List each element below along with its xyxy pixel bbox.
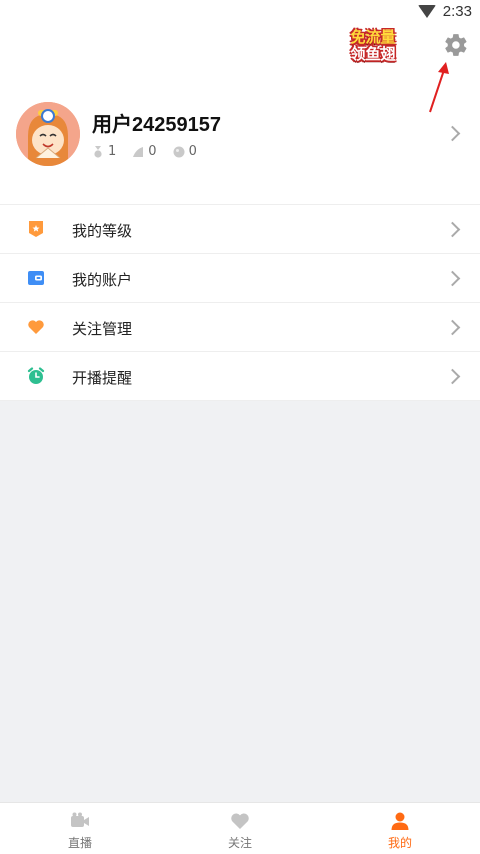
wifi-icon — [418, 5, 436, 18]
alarm-clock-icon — [27, 367, 45, 384]
tab-live[interactable]: 直播 — [0, 803, 160, 854]
username: 用户24259157 — [92, 114, 221, 136]
chevron-right-icon — [444, 270, 461, 287]
menu-list: 我的等级 我的账户 关注管理 开播提醒 — [0, 204, 480, 401]
stat-fin: 0 — [132, 144, 157, 159]
menu-item-label: 我的等级 — [72, 222, 133, 240]
menu-item-account[interactable]: 我的账户 — [0, 253, 480, 302]
stat-medal-value: 1 — [108, 144, 117, 159]
chevron-right-icon — [444, 125, 461, 142]
menu-item-label: 关注管理 — [72, 320, 133, 338]
medal-icon — [94, 145, 102, 158]
profile-stats: 1 0 0 — [92, 144, 213, 159]
ball-icon — [173, 146, 185, 157]
wallet-icon — [28, 271, 44, 285]
stat-ball-value: 0 — [188, 144, 197, 159]
bottom-nav: 直播 关注 我的 — [0, 802, 480, 854]
tab-label: 关注 — [227, 836, 252, 850]
monkey-avatar-icon — [16, 102, 80, 166]
menu-item-follow-management[interactable]: 关注管理 — [0, 302, 480, 351]
tab-label: 我的 — [387, 836, 412, 850]
menu-item-label: 我的账户 — [72, 271, 133, 289]
heart-icon — [28, 320, 44, 334]
promo-line1: 免流量 — [350, 28, 396, 46]
person-icon — [391, 812, 409, 830]
menu-item-live-reminder[interactable]: 开播提醒 — [0, 351, 480, 401]
tab-follow[interactable]: 关注 — [160, 803, 320, 854]
stat-ball: 0 — [173, 144, 197, 159]
stat-medal: 1 — [92, 144, 116, 159]
chevron-right-icon — [444, 221, 461, 238]
menu-item-level[interactable]: 我的等级 — [0, 204, 480, 253]
status-bar: 2:33 — [0, 0, 480, 24]
stat-fin-value: 0 — [148, 144, 157, 159]
fin-icon — [133, 146, 144, 157]
level-badge-icon — [29, 221, 43, 237]
profile-panel: 2:33 免流量 领鱼翅 用户24259157 1 0 0 我的等级 我的账户 … — [0, 0, 480, 401]
promo-line2: 领鱼翅 — [350, 45, 396, 63]
status-time: 2:33 — [442, 3, 472, 20]
tab-label: 直播 — [67, 836, 92, 850]
menu-item-label: 开播提醒 — [72, 369, 133, 387]
chevron-right-icon — [444, 368, 461, 385]
gear-icon[interactable] — [443, 32, 469, 58]
heart-icon — [231, 813, 249, 829]
profile-row[interactable]: 用户24259157 1 0 0 — [0, 98, 480, 170]
free-data-promo-banner[interactable]: 免流量 领鱼翅 — [338, 26, 408, 66]
tab-mine[interactable]: 我的 — [320, 803, 480, 854]
chevron-right-icon — [444, 319, 461, 336]
video-icon — [71, 812, 89, 827]
avatar[interactable] — [16, 102, 80, 166]
